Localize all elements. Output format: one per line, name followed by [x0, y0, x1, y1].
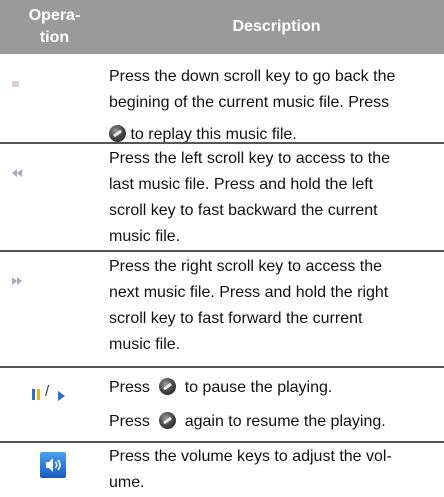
header-operation-line1: Opera- — [28, 7, 81, 24]
row-3-icon-cell — [0, 252, 109, 356]
header-operation-line2: tion — [39, 29, 70, 46]
row-5-description: Press the volume keys to adjust the vol-… — [109, 444, 435, 496]
row-1-line-3: to replay this music file. — [109, 122, 435, 148]
row-4-line-2: Press again to resume the playing. — [109, 409, 435, 435]
row-5-line-2: ume. — [109, 474, 145, 491]
row-5-icon-cell — [0, 443, 109, 497]
row-3-line-1: Press the right scroll key to access the — [109, 258, 382, 275]
row-4-description: Press to pause the playing. Press again … — [109, 375, 435, 435]
row-4-line-1: Press to pause the playing. — [109, 375, 435, 401]
row-2-line-1: Press the left scroll key to access to t… — [109, 150, 391, 167]
table-header: Opera- tion Description — [0, 0, 444, 54]
icon-separator: / — [45, 383, 50, 400]
row-1-line-1: Press the down scroll key to go back the — [109, 68, 396, 85]
row-1-icon-cell — [0, 56, 109, 142]
row-3-line-2: next music file. Press and hold the righ… — [109, 284, 389, 301]
row-3-line-3: scroll key to fast forward the current — [109, 310, 363, 327]
row-2-icon-cell — [0, 144, 109, 248]
row-2-line-2: last music file. Press and hold the left — [109, 176, 374, 193]
row-4-line-1-pre: Press — [109, 379, 150, 396]
row-3-description: Press the right scroll key to access the… — [109, 254, 435, 358]
play-icon — [58, 388, 65, 406]
row-2-line-3: scroll key to fast backward the current — [109, 202, 378, 219]
row-1-line-2: begining of the current music file. Pres… — [109, 94, 390, 111]
row-1-line-3-text: to replay this music file. — [130, 126, 297, 143]
row-4-icon-cell: / — [0, 368, 109, 448]
row-4-line-1-post: to pause the playing. — [184, 379, 333, 396]
center-key-icon — [158, 412, 176, 429]
row-2-line-4: music file. — [109, 228, 181, 245]
row-5-line-1: Press the volume keys to adjust the vol- — [109, 448, 392, 465]
center-key-icon — [158, 378, 176, 395]
center-key-icon — [109, 125, 126, 142]
row-4-line-2-pre: Press — [109, 413, 150, 430]
row-1-description: Press the down scroll key to go back the… — [109, 64, 435, 148]
row-2-description: Press the left scroll key to access to t… — [109, 146, 435, 250]
previous-icon — [12, 164, 23, 182]
row-3-line-4: music file. — [109, 336, 181, 353]
header-description: Description — [232, 18, 321, 35]
stop-icon — [12, 76, 20, 94]
volume-icon — [40, 452, 66, 483]
header-operation: Opera- tion — [0, 0, 109, 54]
pause-icon — [32, 387, 41, 405]
next-icon — [12, 272, 23, 290]
row-4-line-2-post: again to resume the playing. — [184, 413, 386, 430]
